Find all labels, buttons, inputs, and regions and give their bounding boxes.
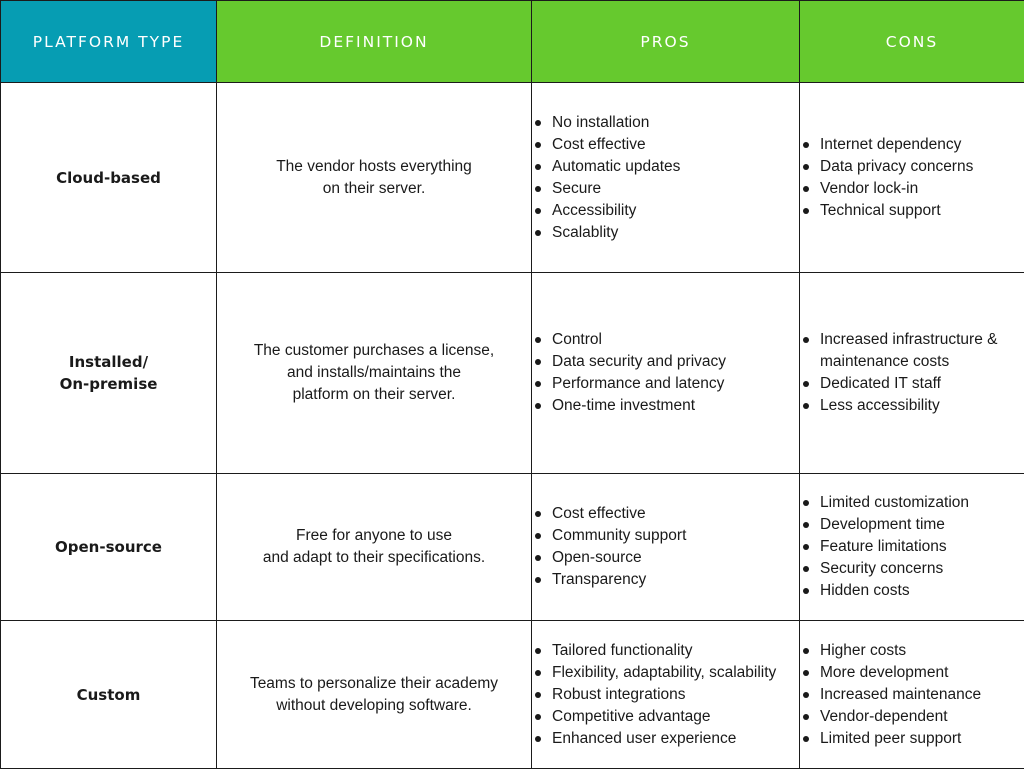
platform-type-label: Installed/ — [1, 351, 216, 373]
definition-cell: Teams to personalize their academy witho… — [217, 621, 532, 769]
definition-line: Free for anyone to use — [217, 525, 531, 547]
cons-item: Vendor-dependent — [800, 706, 1024, 728]
cons-item: Increased infrastructure & maintenance c… — [800, 329, 1024, 373]
platform-type-label: Open-source — [1, 536, 216, 558]
cons-item: Less accessibility — [800, 395, 1024, 417]
cons-item: Vendor lock-in — [800, 178, 1024, 200]
cons-item: Development time — [800, 514, 1024, 536]
pros-item: Open-source — [532, 547, 799, 569]
pros-item: Accessibility — [532, 200, 799, 222]
header-platform-type: PLATFORM TYPE — [1, 1, 217, 83]
pros-list: No installation Cost effective Automatic… — [532, 112, 799, 244]
pros-item: Performance and latency — [532, 373, 799, 395]
pros-list: Tailored functionality Flexibility, adap… — [532, 640, 799, 750]
definition-line: The customer purchases a license, — [217, 340, 531, 362]
header-pros: PROS — [532, 1, 800, 83]
pros-item: Flexibility, adaptability, scalability — [532, 662, 799, 684]
cons-item: Internet dependency — [800, 134, 1024, 156]
cons-item: Hidden costs — [800, 580, 1024, 602]
table-row: Installed/ On-premise The customer purch… — [1, 273, 1024, 474]
pros-item: Transparency — [532, 569, 799, 591]
pros-item: Automatic updates — [532, 156, 799, 178]
table-row: Cloud-based The vendor hosts everything … — [1, 83, 1024, 273]
pros-cell: Control Data security and privacy Perfor… — [532, 273, 800, 474]
table-row: Open-source Free for anyone to use and a… — [1, 474, 1024, 621]
pros-item: Tailored functionality — [532, 640, 799, 662]
pros-list: Control Data security and privacy Perfor… — [532, 329, 799, 417]
cons-item: Limited peer support — [800, 728, 1024, 750]
pros-item: No installation — [532, 112, 799, 134]
definition-line: Teams to personalize their academy — [217, 673, 531, 695]
pros-list: Cost effective Community support Open-so… — [532, 503, 799, 591]
cons-item: Security concerns — [800, 558, 1024, 580]
cons-item: Increased maintenance — [800, 684, 1024, 706]
cons-list: Internet dependency Data privacy concern… — [800, 134, 1024, 222]
definition-line: and installs/maintains the — [217, 362, 531, 384]
platform-type-cell: Cloud-based — [1, 83, 217, 273]
header-definition: DEFINITION — [217, 1, 532, 83]
cons-item: Higher costs — [800, 640, 1024, 662]
cons-item: Data privacy concerns — [800, 156, 1024, 178]
table-row: Custom Teams to personalize their academ… — [1, 621, 1024, 769]
definition-line: The vendor hosts everything — [217, 156, 531, 178]
definition-line: on their server. — [217, 178, 531, 200]
platform-type-cell: Open-source — [1, 474, 217, 621]
cons-cell: Increased infrastructure & maintenance c… — [800, 273, 1024, 474]
cons-item: More development — [800, 662, 1024, 684]
cons-cell: Higher costs More development Increased … — [800, 621, 1024, 769]
platform-type-label: Custom — [1, 684, 216, 706]
cons-list: Higher costs More development Increased … — [800, 640, 1024, 750]
cons-item: Technical support — [800, 200, 1024, 222]
cons-cell: Limited customization Development time F… — [800, 474, 1024, 621]
pros-item: Cost effective — [532, 134, 799, 156]
definition-cell: The customer purchases a license, and in… — [217, 273, 532, 474]
cons-item: Limited customization — [800, 492, 1024, 514]
pros-item: One-time investment — [532, 395, 799, 417]
definition-line: platform on their server. — [217, 384, 531, 406]
pros-item: Community support — [532, 525, 799, 547]
header-cons: CONS — [800, 1, 1024, 83]
header-row: PLATFORM TYPE DEFINITION PROS CONS — [1, 1, 1024, 83]
pros-cell: Tailored functionality Flexibility, adap… — [532, 621, 800, 769]
platform-type-label: Cloud-based — [1, 167, 216, 189]
cons-cell: Internet dependency Data privacy concern… — [800, 83, 1024, 273]
definition-line: without developing software. — [217, 695, 531, 717]
pros-item: Secure — [532, 178, 799, 200]
pros-item: Competitive advantage — [532, 706, 799, 728]
pros-cell: Cost effective Community support Open-so… — [532, 474, 800, 621]
definition-cell: The vendor hosts everything on their ser… — [217, 83, 532, 273]
platform-type-cell: Installed/ On-premise — [1, 273, 217, 474]
pros-item: Enhanced user experience — [532, 728, 799, 750]
platform-comparison-table: PLATFORM TYPE DEFINITION PROS CONS Cloud… — [0, 0, 1024, 769]
definition-line: and adapt to their specifications. — [217, 547, 531, 569]
cons-item: Feature limitations — [800, 536, 1024, 558]
pros-item: Robust integrations — [532, 684, 799, 706]
pros-item: Data security and privacy — [532, 351, 799, 373]
platform-type-cell: Custom — [1, 621, 217, 769]
cons-list: Limited customization Development time F… — [800, 492, 1024, 602]
pros-cell: No installation Cost effective Automatic… — [532, 83, 800, 273]
platform-type-label: On-premise — [1, 373, 216, 395]
pros-item: Cost effective — [532, 503, 799, 525]
cons-item: Dedicated IT staff — [800, 373, 1024, 395]
pros-item: Scalablity — [532, 222, 799, 244]
cons-list: Increased infrastructure & maintenance c… — [800, 329, 1024, 417]
pros-item: Control — [532, 329, 799, 351]
definition-cell: Free for anyone to use and adapt to thei… — [217, 474, 532, 621]
